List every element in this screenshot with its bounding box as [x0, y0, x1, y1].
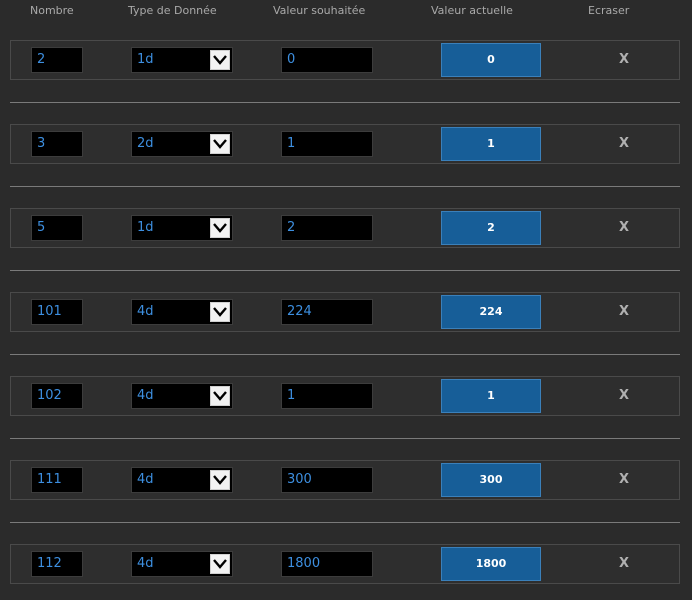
row-separator	[10, 270, 680, 271]
type-select-value: 4d	[137, 556, 154, 571]
header-nombre: Nombre	[30, 4, 74, 17]
row-separator	[10, 354, 680, 355]
type-select-value: 4d	[137, 304, 154, 319]
nombre-input[interactable]: 112	[31, 551, 83, 577]
chevron-down-icon[interactable]	[210, 134, 230, 154]
close-icon[interactable]: X	[614, 555, 634, 573]
valeur-souhaitee-input[interactable]: 1	[281, 131, 373, 157]
row-separator	[10, 102, 680, 103]
valeur-souhaitee-input[interactable]: 2	[281, 215, 373, 241]
table-header: Nombre Type de Donnée Valeur souhaitée V…	[0, 0, 692, 24]
register-table: Nombre Type de Donnée Valeur souhaitée V…	[0, 0, 692, 600]
type-select[interactable]: 1d	[131, 47, 233, 73]
valeur-actuelle-button[interactable]: 0	[441, 43, 541, 77]
valeur-actuelle-button[interactable]: 1	[441, 379, 541, 413]
header-valeur-souhaitee: Valeur souhaitée	[273, 4, 366, 17]
chevron-down-icon[interactable]	[210, 218, 230, 238]
close-icon[interactable]: X	[614, 387, 634, 405]
type-select[interactable]: 4d	[131, 383, 233, 409]
nombre-input[interactable]: 2	[31, 47, 83, 73]
type-select-value: 2d	[137, 136, 154, 151]
table-row: 3 2d 1 1 X	[10, 124, 680, 164]
close-icon[interactable]: X	[614, 219, 634, 237]
row-separator	[10, 186, 680, 187]
valeur-souhaitee-input[interactable]: 224	[281, 299, 373, 325]
row-separator	[10, 522, 680, 523]
valeur-souhaitee-input[interactable]: 1	[281, 383, 373, 409]
chevron-down-icon[interactable]	[210, 470, 230, 490]
chevron-down-icon[interactable]	[210, 50, 230, 70]
type-select-value: 4d	[137, 388, 154, 403]
chevron-down-icon[interactable]	[210, 386, 230, 406]
header-valeur-actuelle: Valeur actuelle	[431, 4, 513, 17]
nombre-input[interactable]: 3	[31, 131, 83, 157]
chevron-down-icon[interactable]	[210, 554, 230, 574]
nombre-input[interactable]: 111	[31, 467, 83, 493]
type-select-value: 1d	[137, 220, 154, 235]
valeur-actuelle-button[interactable]: 1800	[441, 547, 541, 581]
valeur-souhaitee-input[interactable]: 1800	[281, 551, 373, 577]
valeur-souhaitee-input[interactable]: 300	[281, 467, 373, 493]
table-row: 5 1d 2 2 X	[10, 208, 680, 248]
valeur-actuelle-button[interactable]: 2	[441, 211, 541, 245]
type-select[interactable]: 4d	[131, 467, 233, 493]
table-row: 111 4d 300 300 X	[10, 460, 680, 500]
close-icon[interactable]: X	[614, 51, 634, 69]
table-row: 102 4d 1 1 X	[10, 376, 680, 416]
nombre-input[interactable]: 102	[31, 383, 83, 409]
valeur-actuelle-button[interactable]: 300	[441, 463, 541, 497]
table-row: 2 1d 0 0 X	[10, 40, 680, 80]
type-select-value: 4d	[137, 472, 154, 487]
header-ecraser: Ecraser	[588, 4, 630, 17]
type-select[interactable]: 4d	[131, 551, 233, 577]
nombre-input[interactable]: 101	[31, 299, 83, 325]
valeur-actuelle-button[interactable]: 1	[441, 127, 541, 161]
close-icon[interactable]: X	[614, 471, 634, 489]
header-type: Type de Donnée	[128, 4, 217, 17]
type-select[interactable]: 4d	[131, 299, 233, 325]
valeur-actuelle-button[interactable]: 224	[441, 295, 541, 329]
table-row: 112 4d 1800 1800 X	[10, 544, 680, 584]
row-separator	[10, 438, 680, 439]
nombre-input[interactable]: 5	[31, 215, 83, 241]
close-icon[interactable]: X	[614, 303, 634, 321]
type-select-value: 1d	[137, 52, 154, 67]
type-select[interactable]: 1d	[131, 215, 233, 241]
table-row: 101 4d 224 224 X	[10, 292, 680, 332]
type-select[interactable]: 2d	[131, 131, 233, 157]
valeur-souhaitee-input[interactable]: 0	[281, 47, 373, 73]
close-icon[interactable]: X	[614, 135, 634, 153]
chevron-down-icon[interactable]	[210, 302, 230, 322]
